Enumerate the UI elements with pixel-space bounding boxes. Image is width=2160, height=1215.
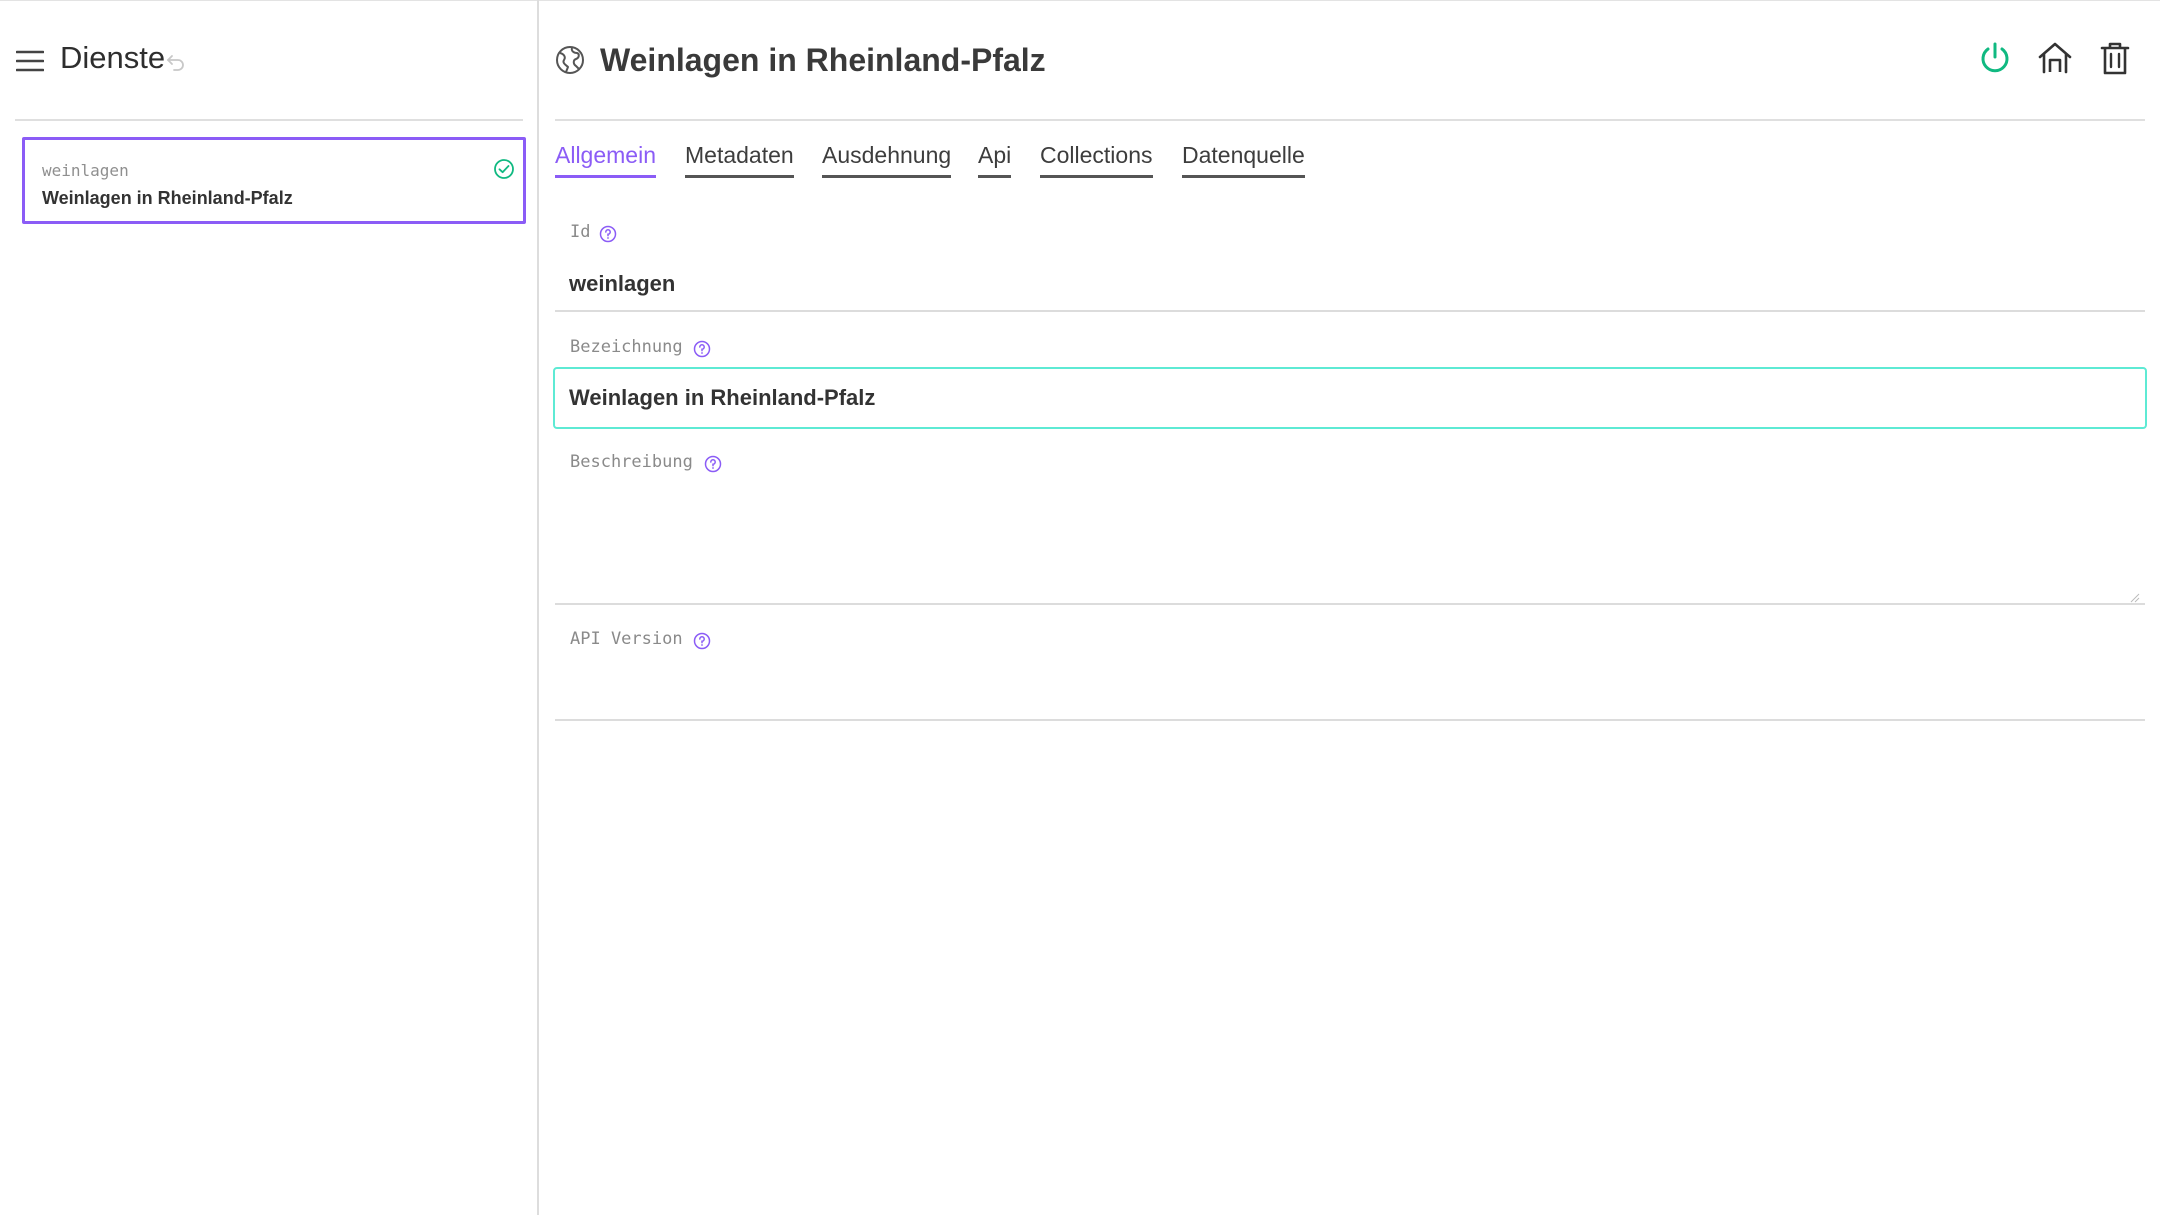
undo-icon[interactable] <box>166 52 186 72</box>
api-version-underline <box>555 719 2145 721</box>
bezeichnung-input[interactable]: Weinlagen in Rheinland-Pfalz <box>553 367 2147 429</box>
bezeichnung-label: Bezeichnung <box>570 337 683 357</box>
help-icon[interactable] <box>693 632 711 650</box>
api-version-label: API Version <box>570 629 683 649</box>
tab-collections[interactable]: Collections <box>1040 142 1153 178</box>
service-id: weinlagen <box>42 161 129 180</box>
tab-metadaten[interactable]: Metadaten <box>685 142 794 178</box>
globe-icon <box>555 45 585 75</box>
tab-datenquelle[interactable]: Datenquelle <box>1182 142 1305 178</box>
resize-handle-icon[interactable] <box>2128 590 2140 603</box>
power-icon[interactable] <box>1977 40 2013 76</box>
service-label: Weinlagen in Rheinland-Pfalz <box>42 188 293 208</box>
beschreibung-textarea[interactable] <box>555 490 2145 602</box>
sidebar-title: Dienste <box>60 40 166 75</box>
id-label: Id <box>570 222 591 242</box>
id-value: weinlagen <box>569 271 676 296</box>
sidebar: Dienste weinlagen Weinlagen in Rheinland… <box>0 0 537 1215</box>
help-icon[interactable] <box>704 455 722 473</box>
service-list-item[interactable]: weinlagen Weinlagen in Rheinland-Pfalz <box>22 137 526 224</box>
home-icon[interactable] <box>2037 40 2073 76</box>
tab-allgemein[interactable]: Allgemein <box>555 142 656 178</box>
beschreibung-underline <box>555 603 2145 605</box>
tab-ausdehnung[interactable]: Ausdehnung <box>822 142 952 178</box>
trash-icon[interactable] <box>2097 40 2133 76</box>
menu-icon[interactable] <box>15 47 45 75</box>
help-icon[interactable] <box>599 225 617 243</box>
header-divider <box>555 119 2145 121</box>
api-version-input[interactable] <box>555 660 2145 718</box>
sidebar-separator <box>537 0 539 1215</box>
id-underline <box>555 310 2145 312</box>
sidebar-divider <box>15 119 523 121</box>
help-icon[interactable] <box>693 340 711 358</box>
beschreibung-label: Beschreibung <box>570 452 693 472</box>
bezeichnung-value: Weinlagen in Rheinland-Pfalz <box>569 385 876 410</box>
tab-api[interactable]: Api <box>978 142 1012 178</box>
check-circle-icon <box>493 158 515 180</box>
page-title: Weinlagen in Rheinland-Pfalz <box>600 42 1046 78</box>
